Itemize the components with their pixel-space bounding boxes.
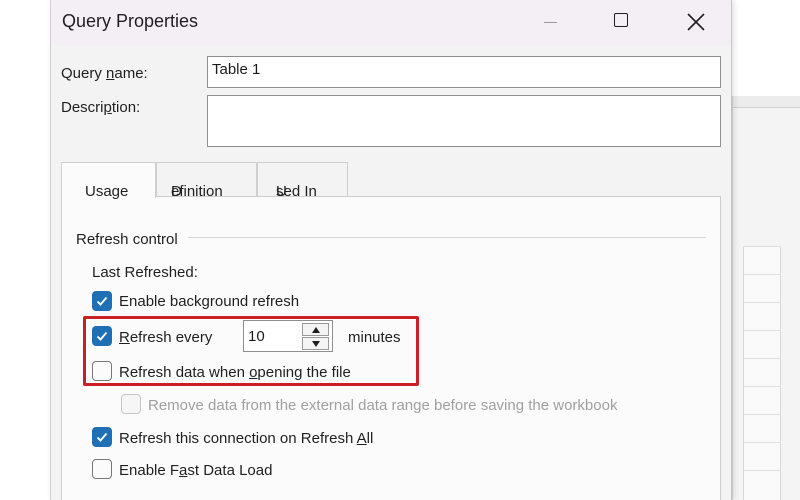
arrow-down-icon <box>312 341 320 347</box>
refresh-every-label: Refresh every <box>119 329 213 346</box>
refresh-on-refresh-all-checkbox[interactable] <box>92 427 112 447</box>
refresh-control-group-title: Refresh control <box>76 231 178 248</box>
minimize-button[interactable] <box>525 0 575 45</box>
close-icon <box>687 13 705 31</box>
background-gridline <box>743 274 781 275</box>
background-gridline <box>743 442 781 443</box>
remove-data-checkbox[interactable] <box>121 394 141 414</box>
refresh-on-open-label: Refresh data when opening the file <box>119 364 351 381</box>
refresh-every-checkbox[interactable] <box>92 326 112 346</box>
interval-unit-label: minutes <box>348 329 401 346</box>
background-gridline <box>743 302 781 303</box>
background-gridline <box>743 386 781 387</box>
description-input[interactable] <box>207 95 721 147</box>
checkmark-icon <box>96 331 108 341</box>
background-gridline <box>743 470 781 471</box>
enable-fast-data-load-label: Enable Fast Data Load <box>119 462 273 479</box>
background-column <box>743 246 781 500</box>
dialog-title: Query Properties <box>62 11 199 31</box>
background-gridline <box>743 330 781 331</box>
refresh-interval-value: 10 <box>248 328 265 345</box>
minimize-icon <box>544 22 557 23</box>
query-name-value: Table 1 <box>212 61 261 78</box>
background-gridline <box>743 246 781 247</box>
refresh-on-refresh-all-label: Refresh this connection on Refresh All <box>119 430 374 447</box>
tab-used-in[interactable]: Used In <box>257 162 348 200</box>
query-properties-dialog: Query Properties Query name: Table 1 Des… <box>50 0 732 500</box>
background-worksheet <box>732 96 800 500</box>
arrow-up-icon <box>312 327 320 333</box>
interval-decrease-button[interactable] <box>302 337 329 350</box>
last-refreshed-label: Last Refreshed: <box>92 264 198 281</box>
close-button[interactable] <box>671 0 721 45</box>
enable-background-refresh-label: Enable background refresh <box>119 293 300 310</box>
query-name-label: Query name: <box>61 65 148 82</box>
interval-increase-button[interactable] <box>302 323 329 336</box>
group-divider <box>188 237 706 238</box>
background-gridline <box>743 414 781 415</box>
description-label: Description: <box>61 99 141 116</box>
checkmark-icon <box>96 296 108 306</box>
maximize-button[interactable] <box>596 0 646 45</box>
tab-usage[interactable]: Usage <box>61 162 156 200</box>
enable-fast-data-load-checkbox[interactable] <box>92 459 112 479</box>
tab-definition[interactable]: Definition <box>156 162 257 200</box>
enable-background-refresh-checkbox[interactable] <box>92 291 112 311</box>
background-toolbar <box>733 96 800 108</box>
query-name-input[interactable]: Table 1 <box>207 56 721 88</box>
maximize-icon <box>614 13 628 27</box>
title-bar: Query Properties <box>51 0 731 45</box>
remove-data-label: Remove data from the external data range… <box>148 397 618 414</box>
refresh-on-open-checkbox[interactable] <box>92 361 112 381</box>
checkmark-icon <box>96 432 108 442</box>
background-gridline <box>743 358 781 359</box>
